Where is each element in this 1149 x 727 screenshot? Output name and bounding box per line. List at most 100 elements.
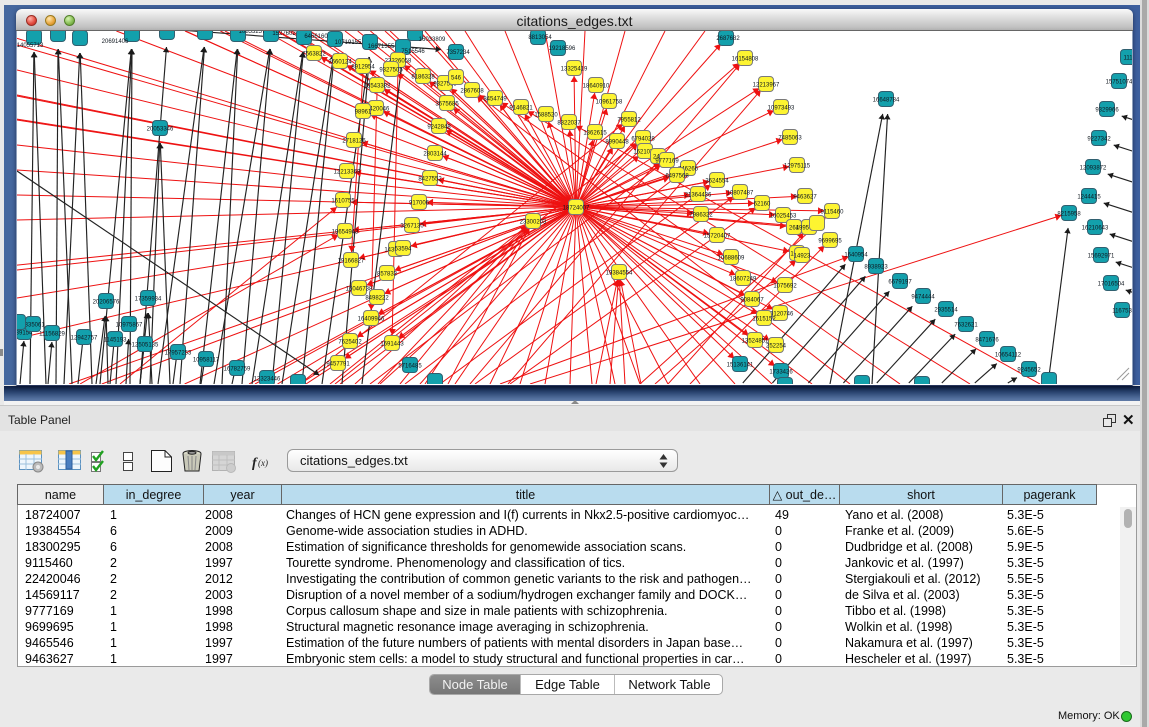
svg-text:8427552: 8427552 [418,177,442,183]
svg-text:18724007: 18724007 [563,206,590,212]
svg-text:10688609: 10688609 [718,256,745,262]
svg-text:9699695: 9699695 [818,239,842,245]
svg-text:53594: 53594 [395,247,412,253]
svg-text:111: 111 [1123,56,1133,62]
svg-text:8498222: 8498222 [365,296,389,302]
svg-text:8454749: 8454749 [483,97,507,103]
svg-text:12975115: 12975115 [784,164,811,170]
svg-text:1615152: 1615152 [752,317,776,323]
svg-text:15136141: 15136141 [727,363,754,369]
svg-text:6466160: 6466160 [304,34,328,40]
svg-text:16046738: 16046738 [346,287,373,293]
svg-text:98961: 98961 [355,110,372,116]
svg-text:19384554: 19384554 [606,271,633,277]
svg-text:16033809: 16033809 [419,37,446,43]
svg-text:7563822: 7563822 [302,52,326,58]
svg-text:7625402: 7625402 [338,340,362,346]
svg-text:9242848: 9242848 [427,125,451,131]
svg-text:9457791: 9457791 [326,362,350,368]
svg-text:8938923: 8938923 [864,265,888,271]
svg-text:1244415: 1244415 [1077,195,1101,201]
svg-text:8215958: 8215958 [1057,212,1081,218]
svg-text:14923: 14923 [794,254,811,260]
svg-text:16671355: 16671355 [368,44,395,50]
svg-text:19166827: 19166827 [338,259,365,265]
svg-text:13325419: 13325419 [561,67,588,73]
svg-text:8990448: 8990448 [605,140,629,146]
svg-text:17359934: 17359934 [135,297,162,303]
svg-text:10807487: 10807487 [727,191,754,197]
svg-text:7986322: 7986322 [689,213,713,219]
svg-text:2803144: 2803144 [423,152,447,158]
svg-text:546: 546 [451,76,462,82]
svg-text:1588520: 1588520 [534,113,558,119]
svg-text:6497568: 6497568 [665,174,689,180]
svg-text:19218596: 19218596 [549,46,576,52]
svg-text:3660124: 3660124 [328,60,352,66]
svg-text:857833: 857833 [377,272,398,278]
svg-text:16154808: 16154808 [732,57,759,63]
svg-text:9463627: 9463627 [793,195,817,201]
svg-text:20691406: 20691406 [102,39,129,45]
svg-text:2867608: 2867608 [460,89,484,95]
svg-text:1527602: 1527602 [272,31,296,37]
svg-text:23300203: 23300203 [520,220,547,226]
svg-text:6794028: 6794028 [631,137,655,143]
svg-text:1145193: 1145193 [104,338,128,344]
svg-text:12213369: 12213369 [334,170,361,176]
svg-text:9084067: 9084067 [740,298,764,304]
svg-text:10654112: 10654112 [995,353,1022,359]
svg-text:9327505: 9327505 [379,68,403,74]
svg-text:16782759: 16782759 [224,367,251,373]
svg-text:1691443: 1691443 [380,342,404,348]
svg-text:9329966: 9329966 [1095,108,1119,114]
svg-text:2687682: 2687682 [716,36,740,42]
svg-text:10958117: 10958117 [193,358,220,364]
svg-text:15692971: 15692971 [1088,254,1115,260]
svg-text:11156829: 11156829 [39,332,65,338]
svg-text:9474444: 9474444 [911,295,935,301]
svg-text:17957253: 17957253 [165,351,192,357]
svg-text:1075692: 1075692 [773,284,797,290]
svg-text:1640954: 1640954 [844,253,868,259]
svg-text:3675685: 3675685 [435,102,459,108]
svg-text:1733426: 1733426 [769,370,793,376]
svg-text:18640910: 18640910 [583,84,610,90]
svg-text:3267130: 3267130 [400,224,424,230]
svg-text:8471676: 8471676 [975,338,999,344]
svg-text:(x): (x) [258,458,268,468]
svg-text:10025453: 10025453 [770,214,797,220]
svg-text:1610755: 1610755 [331,199,355,205]
svg-text:252254: 252254 [766,344,787,350]
svg-text:16648784: 16648784 [873,98,900,104]
svg-text:12505135: 12505135 [132,343,159,349]
svg-text:9146821: 9146821 [509,106,533,112]
svg-text:14055713: 14055713 [17,43,44,49]
svg-text:19654943: 19654943 [332,230,359,236]
svg-text:20053346: 20053346 [147,127,174,133]
svg-text:18607249: 18607249 [730,277,757,283]
svg-text:15720407: 15720407 [704,234,731,240]
svg-text:9245652: 9245652 [1017,368,1041,374]
svg-text:21364436: 21364436 [685,193,712,199]
svg-text:12213967: 12213967 [753,83,780,89]
svg-text:16543382: 16543382 [364,84,391,90]
svg-text:8322037: 8322037 [557,121,581,127]
svg-text:3624554: 3624554 [705,179,729,185]
svg-text:116753: 116753 [1112,309,1132,315]
svg-text:16210643: 16210643 [1082,226,1109,232]
svg-text:20206576: 20206576 [93,300,120,306]
svg-text:2718126: 2718126 [342,139,366,145]
svg-text:7955812: 7955812 [617,118,641,124]
svg-text:917006: 917006 [409,201,430,207]
svg-text:9115460: 9115460 [821,210,845,216]
svg-text:8186328: 8186328 [411,75,435,81]
svg-text:6679197: 6679197 [888,280,912,286]
svg-text:7515546: 7515546 [401,49,425,55]
svg-text:8912954: 8912954 [351,65,375,71]
svg-text:10975867: 10975867 [116,323,143,329]
svg-text:12093872: 12093872 [1080,166,1107,172]
svg-text:16409946: 16409946 [358,317,385,323]
svg-text:10853257: 10853257 [239,31,266,35]
svg-text:8813054: 8813054 [528,35,552,41]
